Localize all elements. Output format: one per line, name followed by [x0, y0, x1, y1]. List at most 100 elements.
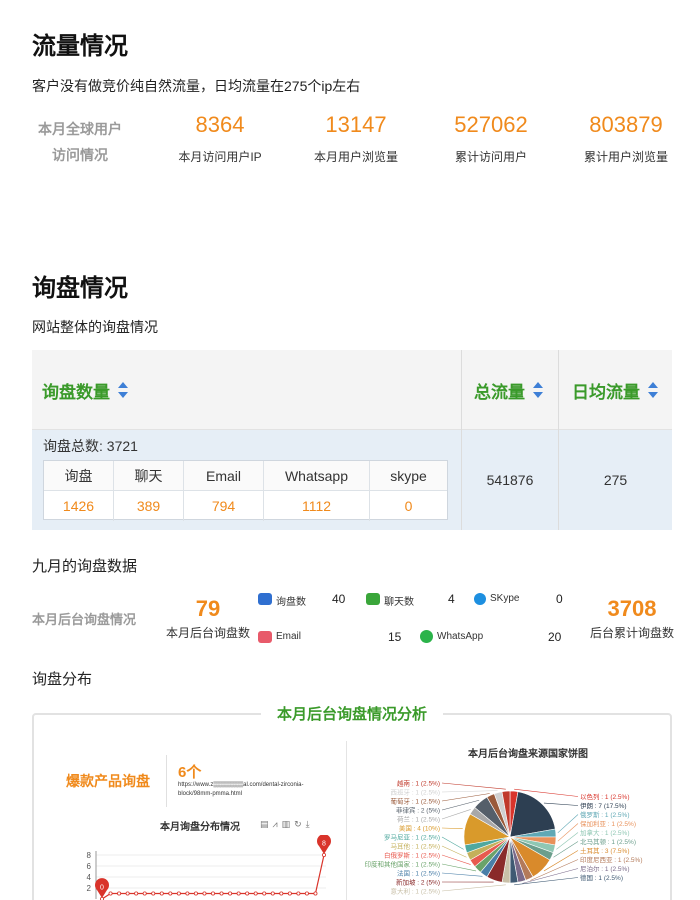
month-inquiry-count: 79	[195, 596, 221, 621]
channel-label: 聊天数	[384, 597, 414, 608]
breakdown-header: 询盘	[44, 461, 114, 491]
inquiry-breakdown-table: 询盘 聊天 Email Whatsapp skype 1426 389 794 …	[43, 460, 448, 521]
pie-slice-label: 新加坡 : 2 (5%)	[396, 878, 440, 887]
panel-title: 本月后台询盘情况分析	[260, 703, 444, 724]
breakdown-value: 0	[404, 498, 413, 514]
breakdown-value: 1426	[44, 491, 114, 521]
pie-slice-label: 荷兰 : 1 (2.5%)	[397, 815, 440, 824]
pie-slice-label: 尼泊尔 : 1 (2.5%)	[580, 864, 629, 873]
pie-label-line	[441, 863, 477, 872]
channel-value: 0	[556, 592, 563, 606]
breakdown-header: skype	[370, 461, 447, 491]
inquiry-line-chart: 8 6 4 2 8 0	[87, 835, 331, 900]
pie-slice-label: 以色列 : 1 (2.5%)	[580, 792, 629, 801]
pie-slice-label: 伊朗 : 7 (17.5%)	[580, 801, 627, 810]
inquiry-envelope-icon	[258, 593, 272, 605]
panel-center-divider	[346, 741, 347, 900]
total-traffic-value: 541876	[486, 472, 534, 488]
pie-slice-label: 美国 : 4 (10%)	[399, 824, 440, 833]
line-switch-icon[interactable]: ⩘	[273, 819, 282, 829]
breakdown-header: Whatsapp	[264, 461, 370, 491]
stat-label: 累计访问用户	[454, 150, 527, 164]
pie-label-line	[556, 832, 579, 850]
september-label: 本月后台询盘情况	[32, 612, 137, 627]
data-point	[236, 891, 241, 896]
data-point	[287, 891, 292, 896]
analysis-panel: 本月后台询盘情况分析 爆款产品询盘 6个 https://www.z▒▒▒▒▒▒…	[32, 703, 672, 900]
distribution-title: 询盘分布	[32, 671, 93, 688]
sort-icon[interactable]	[648, 382, 658, 398]
column-daily-traffic[interactable]: 日均流量	[572, 350, 658, 430]
cumulative-inquiry-count: 3708	[607, 596, 657, 621]
data-point	[304, 891, 309, 896]
pie-label-line	[557, 814, 579, 834]
whatsapp-icon	[420, 630, 433, 643]
stat-label: 本月用户浏览量	[313, 150, 398, 164]
stat-label: 本月访问用户IP	[178, 150, 262, 164]
data-point	[313, 891, 318, 896]
data-point	[245, 891, 250, 896]
y-tick-label: 8	[87, 851, 92, 860]
pie-slice-label: 土耳其 : 3 (7.5%)	[580, 846, 629, 855]
september-title: 九月的询盘数据	[32, 558, 138, 575]
channel-label: Email	[276, 631, 302, 642]
data-point	[159, 891, 164, 896]
breakdown-value: 389	[114, 491, 184, 521]
channel-label: WhatsApp	[437, 631, 484, 642]
data-point	[168, 891, 173, 896]
traffic-description: 客户没有做竞价纯自然流量，日均流量在275个ip左右	[32, 78, 361, 94]
month-inquiry-label: 本月后台询盘数	[165, 626, 250, 640]
pie-slice-label: 越南 : 1 (2.5%)	[397, 779, 440, 788]
pie-slice-label: 马耳他 : 1 (2.5%)	[391, 842, 440, 851]
stat-value: 527062	[454, 112, 528, 137]
stat-monthly-pageviews: 13147 本月用户浏览量	[296, 112, 416, 165]
restore-icon[interactable]: ↻	[294, 819, 306, 829]
marker-label: 8	[322, 841, 326, 848]
chat-bubble-icon	[366, 593, 380, 605]
pie-slice-label: 意大利 : 1 (2.5%)	[391, 887, 440, 896]
data-point	[270, 891, 275, 896]
pie-label-line	[441, 827, 463, 829]
y-tick-label: 2	[87, 884, 92, 893]
data-view-icon[interactable]: ▤	[260, 819, 273, 829]
traffic-section-title: 流量情况	[32, 33, 128, 60]
download-icon[interactable]: ⤓	[306, 819, 314, 829]
bar-switch-icon[interactable]: ▥	[282, 819, 295, 829]
inquiry-description: 网站整体的询盘情况	[32, 319, 158, 335]
stat-label: 累计用户浏览量	[583, 150, 668, 164]
y-tick-label: 6	[87, 862, 92, 871]
hot-product-url[interactable]: https://www.z▒▒▒▒▒▒▒al.com/dental-zircon…	[178, 781, 303, 799]
pie-slice-label: 罗马尼亚 : 1 (2.5%)	[384, 834, 440, 842]
channel-label: SKype	[490, 593, 520, 604]
pie-slice-label: 印度和其他国家 : 1 (2.5%)	[365, 860, 440, 869]
channel-value: 40	[332, 592, 346, 606]
skype-icon	[474, 593, 486, 605]
traffic-stats-label: 本月全球用户 访问情况	[38, 121, 122, 163]
pie-label-line	[441, 854, 471, 865]
data-point	[228, 891, 233, 896]
sort-icon[interactable]	[533, 382, 543, 398]
pie-slice-label: 俄罗斯 : 1 (2.5%)	[580, 810, 629, 819]
chart-toolbox: ▤⩘▥↻⤓	[260, 819, 314, 830]
pie-slice-label: 德国 : 1 (2.5%)	[580, 873, 623, 882]
stat-value: 13147	[325, 112, 387, 137]
pie-label-line	[441, 790, 498, 793]
data-point	[202, 891, 207, 896]
data-point	[176, 891, 181, 896]
pie-slice-label: 法国 : 1 (2.5%)	[397, 869, 440, 878]
pie-slice-label: 北马其顿 : 1 (2.5%)	[580, 837, 636, 846]
pie-label-line	[441, 872, 483, 877]
table-row: 询盘总数: 3721 询盘 聊天 Email Whatsapp skype 14…	[32, 430, 672, 530]
stat-value: 803879	[589, 112, 663, 137]
data-point	[142, 891, 147, 896]
email-icon	[258, 631, 272, 643]
pie-label-line	[441, 845, 467, 858]
sort-icon[interactable]	[118, 382, 128, 398]
data-point	[108, 891, 113, 896]
country-pie-chart: 以色列 : 1 (2.5%)伊朗 : 7 (17.5%)俄罗斯 : 1 (2.5…	[365, 779, 643, 896]
pie-slice-label: 葡萄牙 : 1 (2.5%)	[391, 797, 440, 806]
pie-label-line	[543, 802, 579, 806]
column-total-traffic[interactable]: 总流量	[474, 350, 543, 430]
breakdown-header: Email	[184, 461, 264, 491]
column-inquiry-count[interactable]: 询盘数量	[42, 350, 128, 430]
